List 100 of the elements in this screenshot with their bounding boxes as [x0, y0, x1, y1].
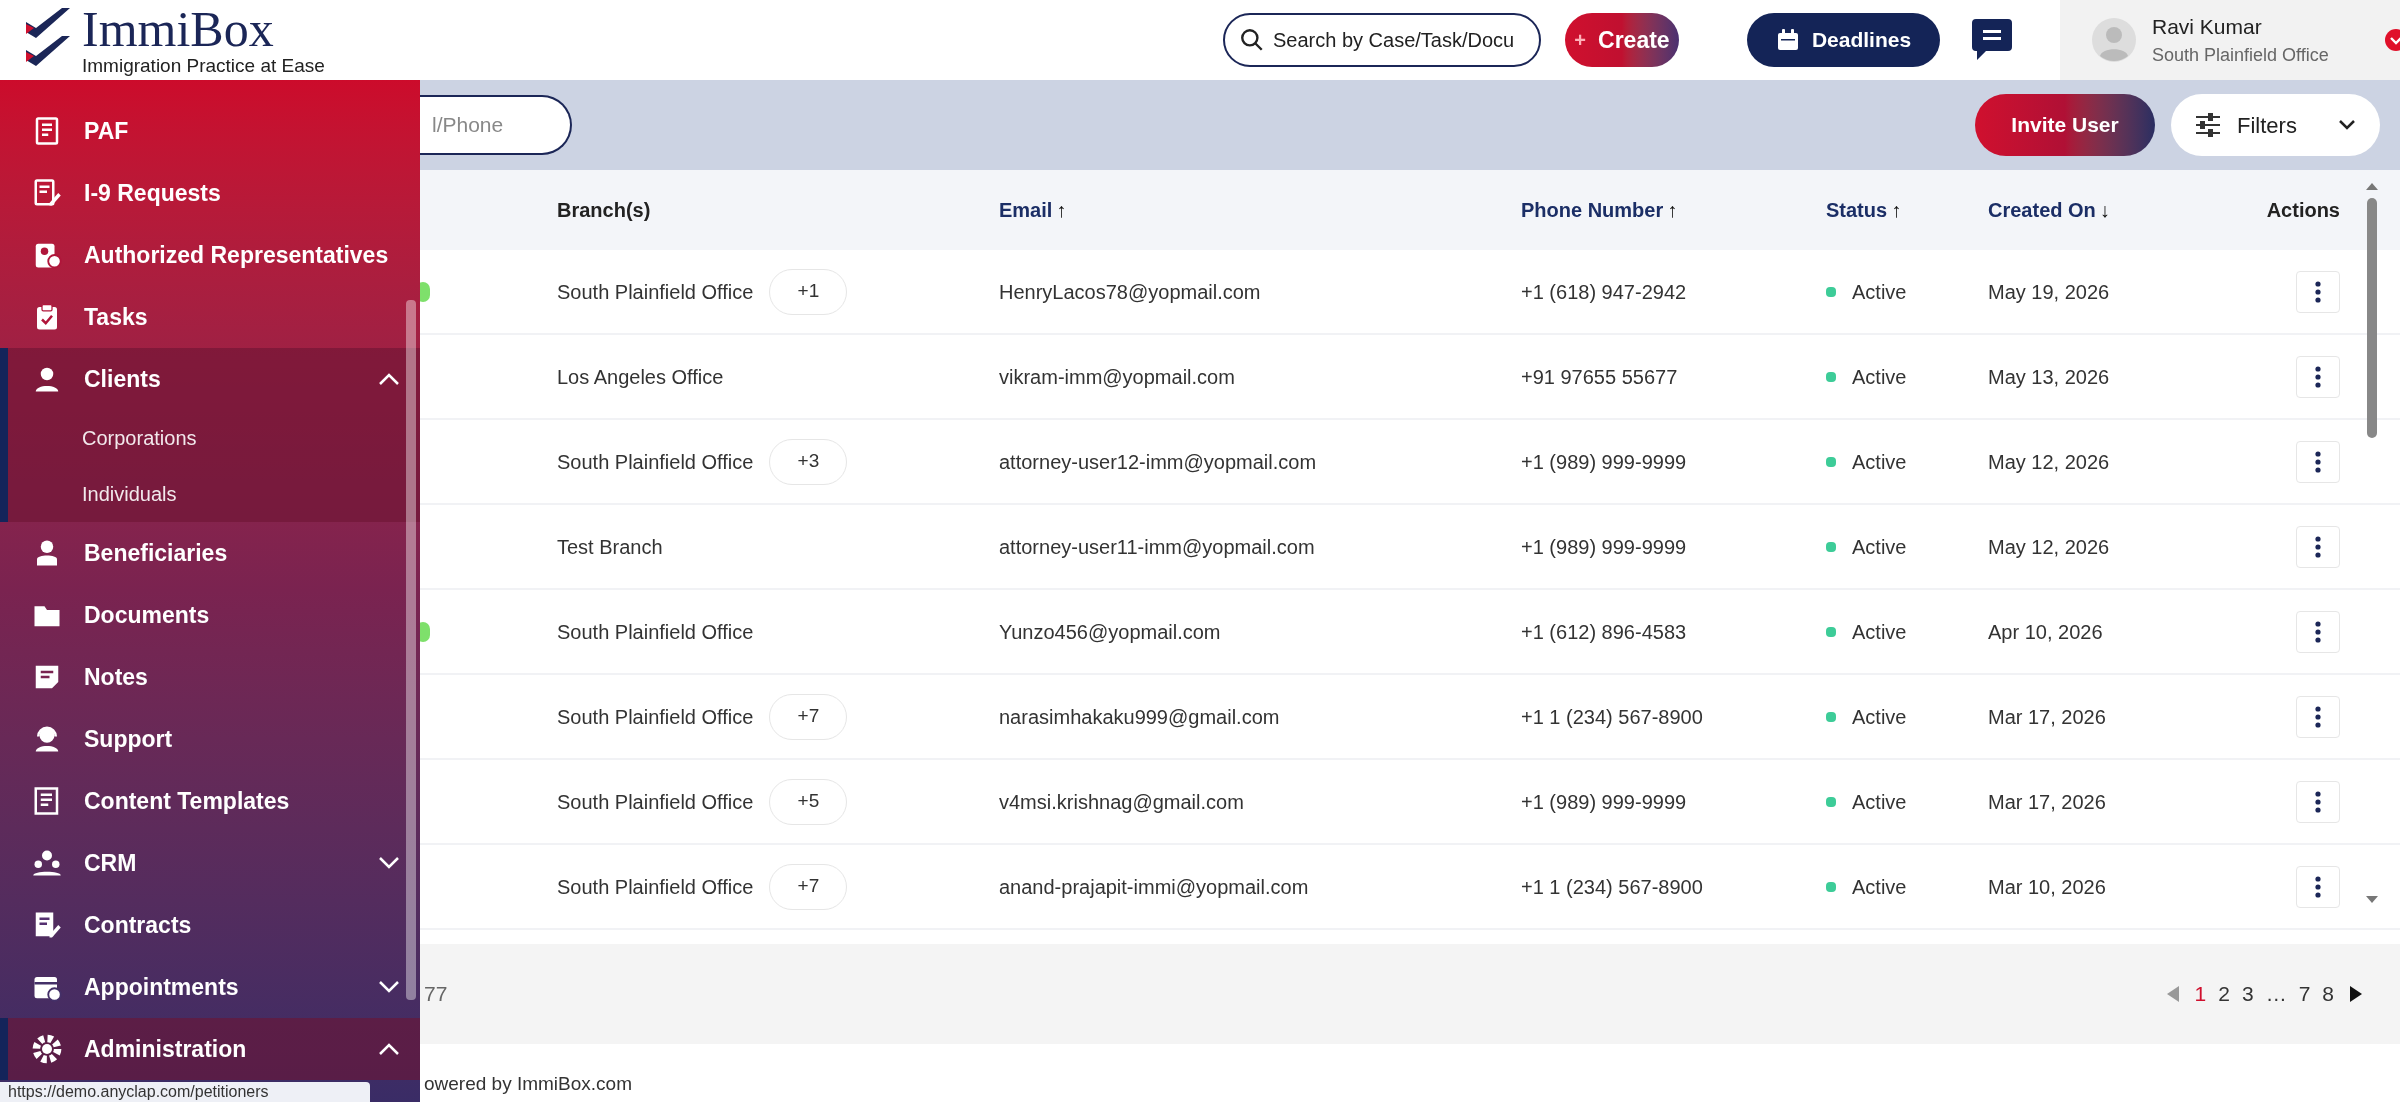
sidebar-item[interactable]: Content Templates	[8, 770, 420, 832]
branch-cell-text: Los Angeles Office	[557, 364, 724, 390]
sidebar-item[interactable]: Beneficiaries	[8, 522, 420, 584]
sidebar-subitem[interactable]: Corporations	[82, 423, 197, 453]
branch-cell-text: South Plainfield Office	[557, 789, 754, 815]
branch-cell-text: Test Branch	[557, 534, 663, 560]
email-cell-text: Yunzo456@yopmail.com	[999, 619, 1221, 645]
chevron-icon[interactable]	[2382, 29, 2400, 51]
search-field[interactable]: l/Phone	[420, 95, 572, 155]
phone-cell-text: +1 (612) 896-4583	[1521, 619, 1687, 645]
chevron-down-icon	[378, 980, 400, 994]
sidebar-item[interactable]: CRM	[8, 832, 420, 894]
calendar-icon	[1775, 28, 1800, 52]
page-link[interactable]: 8	[2322, 978, 2334, 1010]
column-header[interactable]: Created On	[1988, 195, 2096, 225]
email-cell-text: attorney-user12-imm@yopmail.com	[999, 449, 1317, 475]
sidebar-item[interactable]: Authorized Representatives	[8, 224, 420, 286]
chevron-down-icon	[378, 856, 400, 870]
logo-tagline: Immigration Practice at Ease	[82, 55, 325, 75]
more-actions-button[interactable]	[2296, 610, 2340, 653]
date-cell-text: May 13, 2026	[1988, 364, 2110, 390]
date-cell-text: Mar 17, 2026	[1988, 704, 2106, 730]
branch-cell-text: South Plainfield Office	[557, 449, 754, 475]
sidebar-item[interactable]: Tasks	[8, 286, 420, 348]
sidebar-subitem[interactable]: Individuals	[82, 479, 177, 509]
branch-cell-text: South Plainfield Office	[557, 619, 754, 645]
chevron-up-icon	[378, 372, 400, 386]
sidebar-item[interactable]: Notes	[8, 646, 420, 708]
deadlines-button[interactable]: Deadlines	[1747, 13, 1940, 67]
more-actions-button[interactable]	[2296, 525, 2340, 568]
more-actions-button[interactable]	[2296, 780, 2340, 823]
column-header[interactable]: Email	[999, 195, 1053, 225]
sort-arrow-icon[interactable]: ↓	[2099, 195, 2110, 225]
status-cell-text: Active	[1852, 619, 1907, 645]
more-actions-button[interactable]	[2296, 355, 2340, 398]
sort-arrow-icon[interactable]: ↑	[1667, 195, 1678, 225]
menu-icon	[32, 1034, 62, 1064]
kebab-icon	[2315, 535, 2321, 558]
phone-cell-text: +1 (618) 947-2942	[1521, 279, 1687, 305]
more-actions-button[interactable]	[2296, 270, 2340, 313]
date-cell-text: May 12, 2026	[1988, 449, 2110, 475]
email-cell-text: HenryLacos78@yopmail.com	[999, 279, 1261, 305]
kebab-icon	[2315, 620, 2321, 643]
email-cell-text: anand-prajapit-immi@yopmail.com	[999, 874, 1309, 900]
status-cell-text: Active	[1852, 449, 1907, 475]
status-cell-text: Active	[1852, 789, 1907, 815]
chat-icon[interactable]	[1970, 19, 2014, 61]
record-count: 77	[424, 981, 448, 1008]
kebab-icon	[2315, 705, 2321, 728]
page-link[interactable]: 7	[2298, 978, 2311, 1010]
sidebar-item[interactable]: I-9 Requests	[8, 162, 420, 224]
chevron-down-icon	[2338, 119, 2356, 131]
sidebar-item[interactable]: Documents	[8, 584, 420, 646]
email-cell-text: v4msi.krishnag@gmail.com	[999, 789, 1244, 815]
phone-cell-text: +1 (989) 999-9999	[1521, 449, 1687, 475]
email-cell-text: narasimhakaku999@gmail.com	[999, 704, 1280, 730]
status-cell-text: Active	[1852, 279, 1907, 305]
sidebar-item[interactable]: Clients	[8, 348, 420, 410]
page-link[interactable]: 1	[2194, 978, 2207, 1010]
status-cell-text: Active	[1852, 364, 1907, 390]
column-header[interactable]: Phone Number	[1521, 195, 1664, 225]
search-icon	[1239, 27, 1265, 53]
kebab-icon	[2315, 450, 2321, 473]
kebab-icon	[2315, 280, 2321, 303]
sort-arrow-icon[interactable]: ↑	[1891, 195, 1902, 225]
status-cell-text: Active	[1852, 534, 1907, 560]
kebab-icon	[2315, 875, 2321, 898]
phone-cell-text: +1 (989) 999-9999	[1521, 789, 1687, 815]
sidebar-scrollbar[interactable]	[406, 300, 416, 1000]
email-cell-text: attorney-user11-imm@yopmail.com	[999, 534, 1315, 560]
sidebar-item[interactable]: Appointments	[8, 956, 420, 1018]
footer-text: owered by ImmiBox.com	[424, 1073, 632, 1094]
user-panel[interactable]: Ravi Kumar South Plainfield Office	[2060, 0, 2400, 80]
user-office: South Plainfield Office	[2152, 44, 2329, 68]
date-cell-text: May 19, 2026	[1988, 279, 2110, 305]
avatar-icon	[2092, 18, 2136, 62]
more-actions-button[interactable]	[2296, 440, 2340, 483]
invite-user-button[interactable]: Invite User	[1975, 94, 2155, 156]
create-button[interactable]: + Create	[1565, 13, 1679, 67]
sort-arrow-icon[interactable]: ↑	[1056, 195, 1067, 225]
branch-cell-text: South Plainfield Office	[557, 279, 754, 305]
page-link[interactable]: …	[2265, 978, 2287, 1010]
sidebar-item[interactable]: PAF	[8, 100, 420, 162]
next-page-icon[interactable]	[2348, 984, 2364, 1004]
kebab-icon	[2315, 365, 2321, 388]
page-link[interactable]: 3	[2241, 978, 2254, 1010]
more-actions-button[interactable]	[2296, 695, 2340, 738]
sidebar-item[interactable]: Support	[8, 708, 420, 770]
filters-button[interactable]: Filters	[2171, 94, 2380, 156]
page-link[interactable]: 2	[2218, 978, 2230, 1010]
status-cell-text: Active	[1852, 704, 1907, 730]
date-cell-text: Mar 10, 2026	[1988, 874, 2106, 900]
phone-cell-text: +1 (989) 999-9999	[1521, 534, 1687, 560]
phone-cell-text: +1 1 (234) 567-8900	[1521, 874, 1703, 900]
sidebar-item[interactable]: Contracts	[8, 894, 420, 956]
chevron-up-icon	[378, 1042, 400, 1056]
kebab-icon	[2315, 790, 2321, 813]
search-field[interactable]: Search by Case/Task/Docu	[1223, 13, 1541, 67]
column-header[interactable]: Status	[1826, 195, 1888, 225]
more-actions-button[interactable]	[2296, 865, 2340, 908]
